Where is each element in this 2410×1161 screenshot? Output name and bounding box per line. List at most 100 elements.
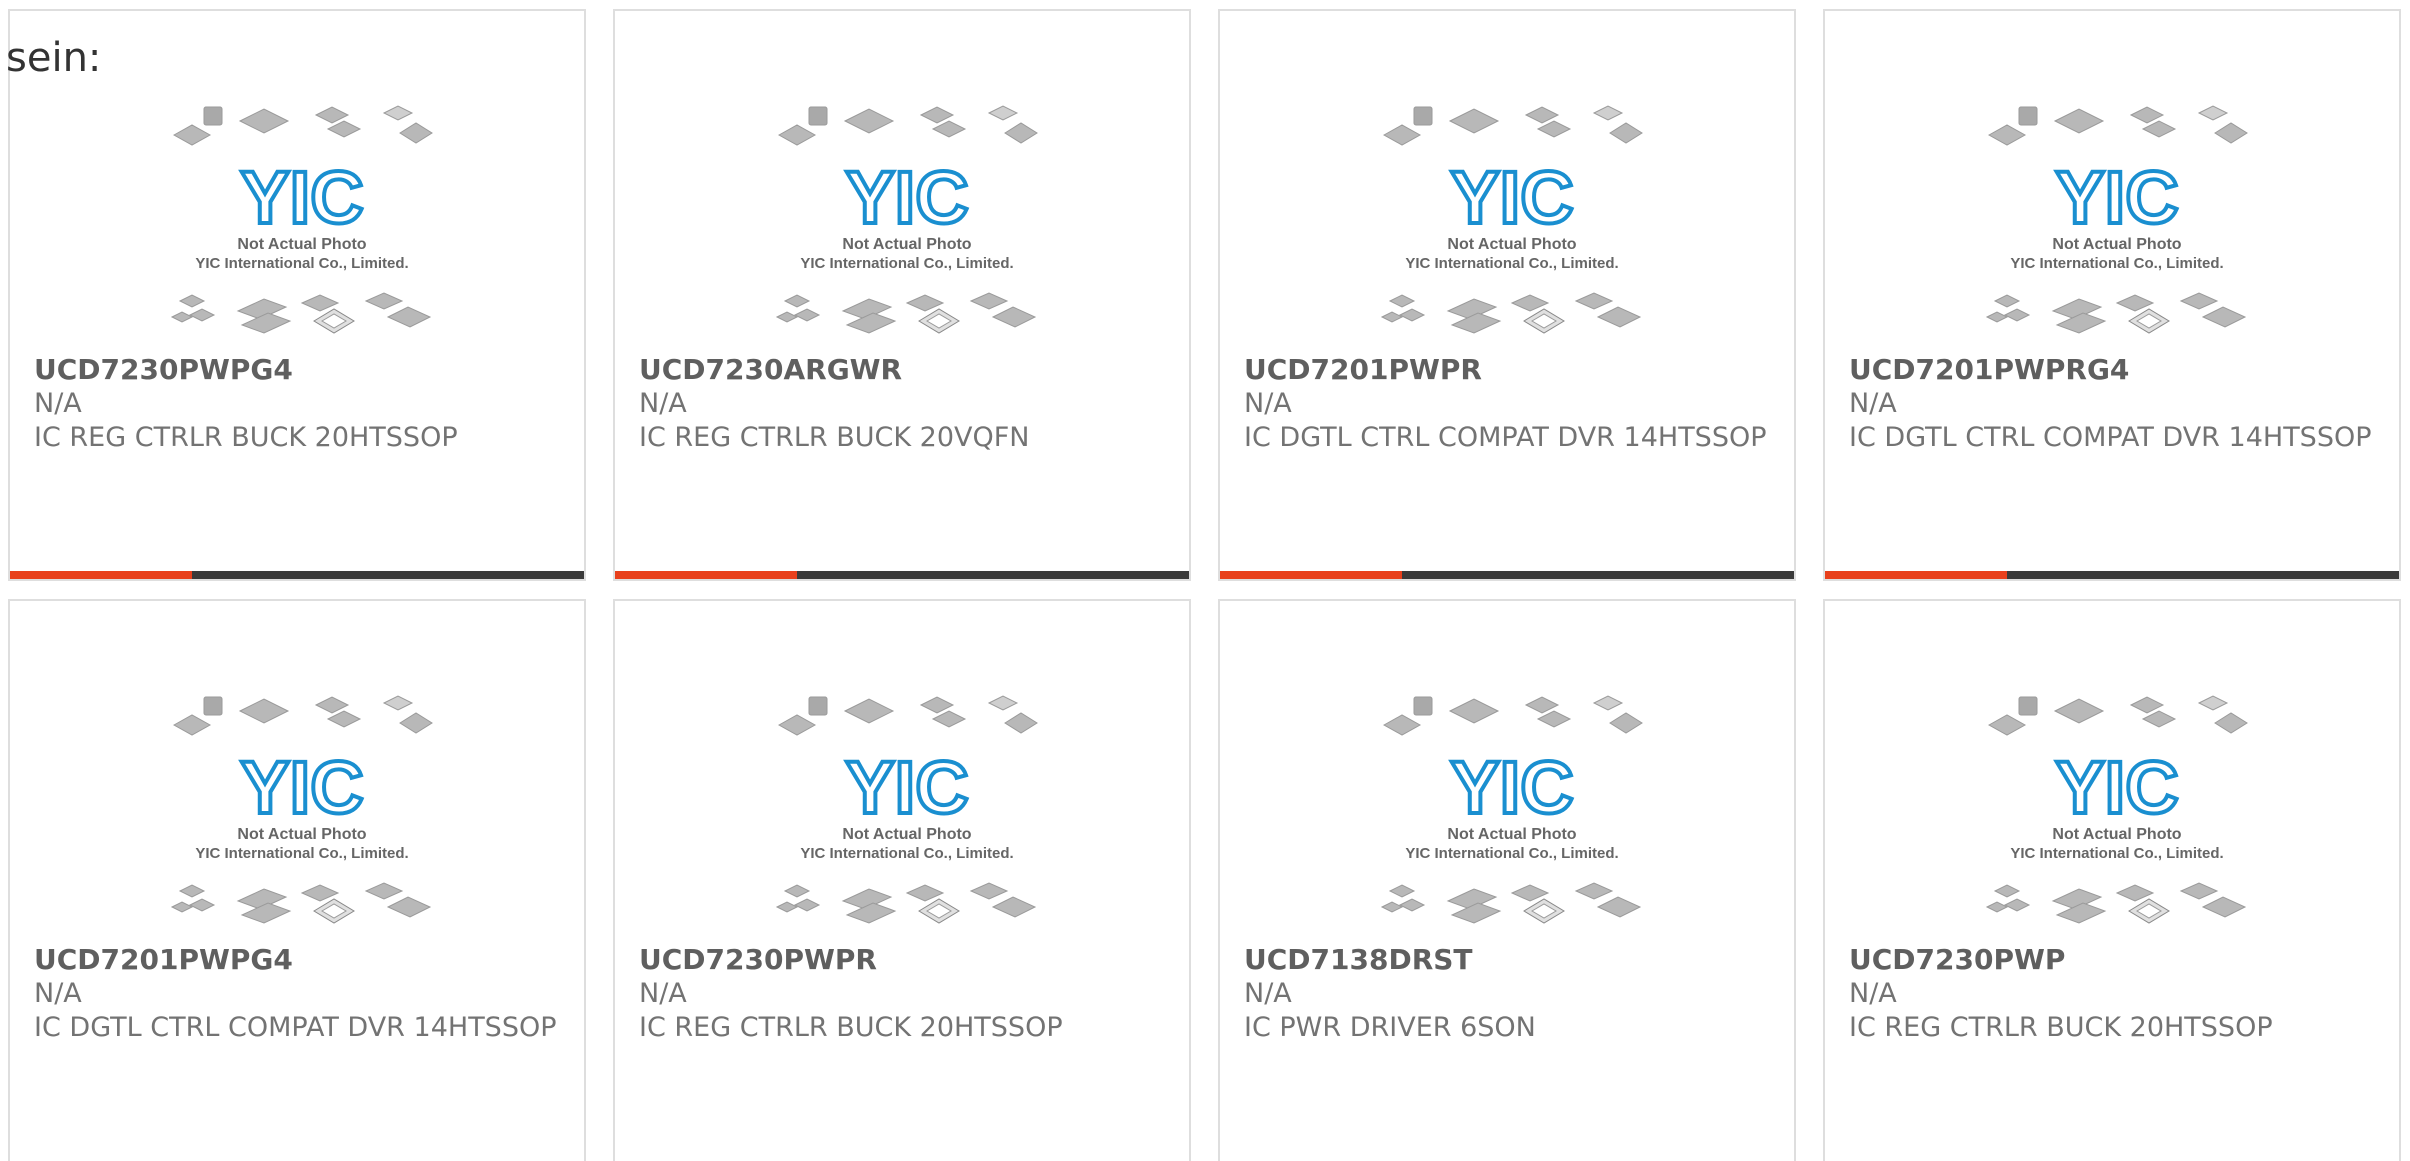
product-info: UCD7230ARGWR N/A IC REG CTRLR BUCK 20VQF… xyxy=(639,353,1169,455)
card-accent-bar xyxy=(10,571,584,579)
product-card[interactable]: YIC Not Actual Photo YIC International C… xyxy=(613,599,1191,1161)
placeholder-caption-line2: YIC International Co., Limited. xyxy=(2010,845,2223,862)
product-part-number[interactable]: UCD7230PWP xyxy=(1849,943,2379,977)
chip-packages-top xyxy=(1382,105,1643,146)
chip-packages-top xyxy=(1382,695,1643,736)
placeholder-caption-line1: Not Actual Photo xyxy=(237,236,366,253)
logo-mark: YIC xyxy=(1450,156,1573,239)
product-placeholder-image[interactable]: YIC Not Actual Photo YIC International C… xyxy=(1983,689,2251,939)
placeholder-caption-line2: YIC International Co., Limited. xyxy=(2010,255,2223,272)
product-description: IC PWR DRIVER 6SON xyxy=(1244,1012,1536,1043)
card-accent-bar-highlight xyxy=(1220,571,1402,579)
yic-logo: YIC xyxy=(2053,744,2180,831)
chip-packages-top xyxy=(1987,105,2248,146)
product-description: IC REG CTRLR BUCK 20HTSSOP xyxy=(34,422,458,453)
product-manufacturer: N/A xyxy=(1849,388,1897,419)
product-card[interactable]: YIC Not Actual Photo YIC International C… xyxy=(1823,9,2401,581)
product-placeholder-image[interactable]: YIC Not Actual Photo YIC International C… xyxy=(168,99,436,349)
product-placeholder-image[interactable]: YIC Not Actual Photo YIC International C… xyxy=(773,99,1041,349)
product-description: IC REG CTRLR BUCK 20HTSSOP xyxy=(639,1012,1063,1043)
product-manufacturer: N/A xyxy=(34,388,82,419)
product-manufacturer: N/A xyxy=(1244,978,1292,1009)
card-accent-bar-highlight xyxy=(10,571,192,579)
yic-logo: YIC xyxy=(1448,154,1575,241)
placeholder-caption-line2: YIC International Co., Limited. xyxy=(800,255,1013,272)
yic-logo: YIC xyxy=(843,744,970,831)
product-part-number[interactable]: UCD7201PWPR xyxy=(1244,353,1774,387)
chip-packages-bottom xyxy=(1985,882,2247,924)
product-info: UCD7201PWPR N/A IC DGTL CTRL COMPAT DVR … xyxy=(1244,353,1774,455)
placeholder-caption-line1: Not Actual Photo xyxy=(1447,236,1576,253)
product-description: IC DGTL CTRL COMPAT DVR 14HTSSOP xyxy=(1849,422,2372,453)
product-manufacturer: N/A xyxy=(639,388,687,419)
placeholder-caption-line2: YIC International Co., Limited. xyxy=(1405,255,1618,272)
chip-packages-top xyxy=(1987,695,2248,736)
chip-packages-top xyxy=(777,105,1038,146)
placeholder-caption-line2: YIC International Co., Limited. xyxy=(195,845,408,862)
yic-logo: YIC xyxy=(843,154,970,241)
product-info: UCD7138DRST N/A IC PWR DRIVER 6SON xyxy=(1244,943,1774,1045)
card-accent-bar xyxy=(1825,571,2399,579)
product-card[interactable]: YIC Not Actual Photo YIC International C… xyxy=(1218,599,1796,1161)
product-manufacturer: N/A xyxy=(1244,388,1292,419)
product-description: IC DGTL CTRL COMPAT DVR 14HTSSOP xyxy=(1244,422,1767,453)
chip-packages-bottom xyxy=(1380,292,1642,334)
product-info: UCD7201PWPG4 N/A IC DGTL CTRL COMPAT DVR… xyxy=(34,943,564,1045)
product-info: UCD7230PWP N/A IC REG CTRLR BUCK 20HTSSO… xyxy=(1849,943,2379,1045)
placeholder-caption-line1: Not Actual Photo xyxy=(842,826,971,843)
chip-packages-top xyxy=(777,695,1038,736)
logo-mark: YIC xyxy=(2055,746,2178,829)
placeholder-caption-line1: Not Actual Photo xyxy=(237,826,366,843)
logo-mark: YIC xyxy=(240,746,363,829)
placeholder-caption-line2: YIC International Co., Limited. xyxy=(800,845,1013,862)
product-part-number[interactable]: UCD7201PWPG4 xyxy=(34,943,564,977)
product-placeholder-image[interactable]: YIC Not Actual Photo YIC International C… xyxy=(1378,689,1646,939)
product-info: UCD7230PWPG4 N/A IC REG CTRLR BUCK 20HTS… xyxy=(34,353,564,455)
yic-logo: YIC xyxy=(238,744,365,831)
product-placeholder-image[interactable]: YIC Not Actual Photo YIC International C… xyxy=(773,689,1041,939)
product-grid: YIC Not Actual Photo YIC International C… xyxy=(8,9,2401,1161)
product-manufacturer: N/A xyxy=(639,978,687,1009)
placeholder-caption-line2: YIC International Co., Limited. xyxy=(1405,845,1618,862)
logo-mark: YIC xyxy=(240,156,363,239)
product-placeholder-image[interactable]: YIC Not Actual Photo YIC International C… xyxy=(1983,99,2251,349)
logo-mark: YIC xyxy=(845,156,968,239)
product-card[interactable]: YIC Not Actual Photo YIC International C… xyxy=(1823,599,2401,1161)
logo-mark: YIC xyxy=(845,746,968,829)
placeholder-caption-line2: YIC International Co., Limited. xyxy=(195,255,408,272)
product-card[interactable]: YIC Not Actual Photo YIC International C… xyxy=(613,9,1191,581)
product-part-number[interactable]: UCD7230ARGWR xyxy=(639,353,1169,387)
product-placeholder-image[interactable]: YIC Not Actual Photo YIC International C… xyxy=(1378,99,1646,349)
chip-packages-bottom xyxy=(1985,292,2247,334)
product-part-number[interactable]: UCD7201PWPRG4 xyxy=(1849,353,2379,387)
product-card[interactable]: YIC Not Actual Photo YIC International C… xyxy=(1218,9,1796,581)
chip-packages-bottom xyxy=(170,292,432,334)
logo-mark: YIC xyxy=(1450,746,1573,829)
placeholder-caption-line1: Not Actual Photo xyxy=(1447,826,1576,843)
card-accent-bar-highlight xyxy=(615,571,797,579)
product-description: IC DGTL CTRL COMPAT DVR 14HTSSOP xyxy=(34,1012,557,1043)
product-placeholder-image[interactable]: YIC Not Actual Photo YIC International C… xyxy=(168,689,436,939)
chip-packages-bottom xyxy=(775,292,1037,334)
product-part-number[interactable]: UCD7230PWPG4 xyxy=(34,353,564,387)
product-description: IC REG CTRLR BUCK 20HTSSOP xyxy=(1849,1012,2273,1043)
yic-logo: YIC xyxy=(238,154,365,241)
intro-text: sein: xyxy=(6,35,102,81)
product-info: UCD7230PWPR N/A IC REG CTRLR BUCK 20HTSS… xyxy=(639,943,1169,1045)
product-part-number[interactable]: UCD7138DRST xyxy=(1244,943,1774,977)
card-accent-bar xyxy=(1220,571,1794,579)
chip-packages-bottom xyxy=(775,882,1037,924)
product-manufacturer: N/A xyxy=(34,978,82,1009)
placeholder-caption-line1: Not Actual Photo xyxy=(2052,826,2181,843)
chip-packages-top xyxy=(172,105,433,146)
product-description: IC REG CTRLR BUCK 20VQFN xyxy=(639,422,1030,453)
logo-mark: YIC xyxy=(2055,156,2178,239)
product-card[interactable]: YIC Not Actual Photo YIC International C… xyxy=(8,9,586,581)
card-accent-bar-highlight xyxy=(1825,571,2007,579)
product-part-number[interactable]: UCD7230PWPR xyxy=(639,943,1169,977)
placeholder-caption-line1: Not Actual Photo xyxy=(842,236,971,253)
page: sein: YIC Not Actual Photo YIC Internati… xyxy=(0,0,2410,1161)
product-manufacturer: N/A xyxy=(1849,978,1897,1009)
product-card[interactable]: YIC Not Actual Photo YIC International C… xyxy=(8,599,586,1161)
placeholder-caption-line1: Not Actual Photo xyxy=(2052,236,2181,253)
